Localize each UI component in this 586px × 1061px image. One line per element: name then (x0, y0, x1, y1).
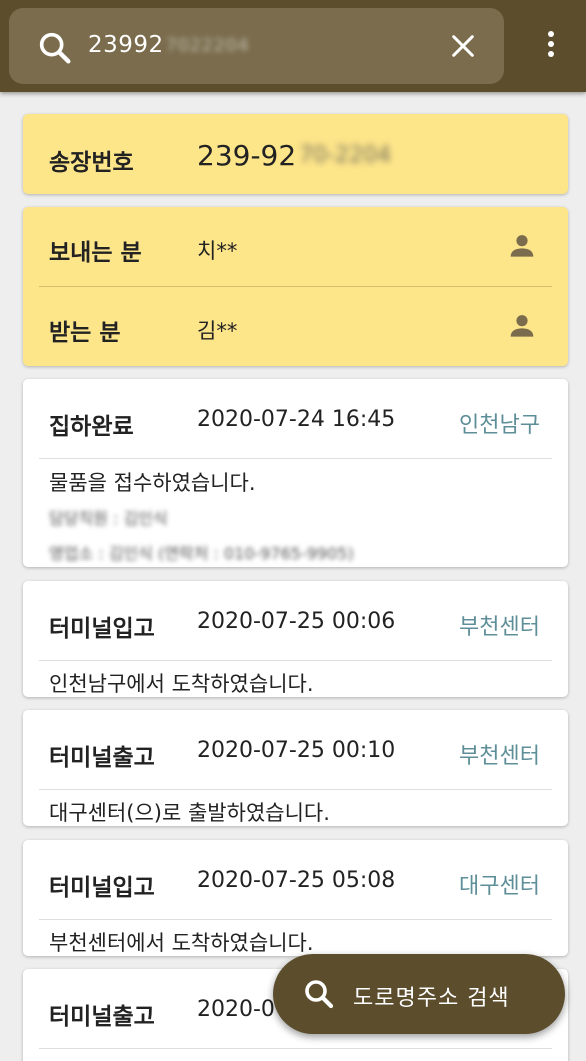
tracking-card: 터미널출고 2020-07-25 00:10 부천센터 대구센터(으)로 출발하… (23, 710, 568, 826)
search-bar[interactable]: 23992 7022204 (9, 8, 504, 84)
tracking-datetime: 2020-07-25 00:10 (197, 738, 396, 763)
receiver-label: 받는 분 (49, 320, 121, 346)
search-icon (305, 980, 334, 1009)
tracking-datetime: 2020-07-25 05:08 (197, 868, 396, 893)
tracking-datetime: 2020-0 (197, 997, 275, 1022)
receiver-name: 김** (197, 319, 238, 343)
tracking-message: 인천남구에서 도착하였습니다. (49, 672, 314, 696)
road-address-search-label: 도로명주소 검색 (353, 986, 510, 1011)
tracking-redacted-line: 영업소 : 김인식 (연락처 : 010-9765-9905) (49, 544, 354, 563)
divider (39, 458, 552, 459)
road-address-search-button[interactable]: 도로명주소 검색 (273, 954, 565, 1034)
tracking-datetime: 2020-07-24 16:45 (197, 407, 396, 432)
tracking-status: 터미널출고 (49, 745, 155, 771)
receiver-row: 받는 분 김** (23, 287, 568, 366)
search-icon[interactable] (35, 28, 75, 68)
tracking-status: 집하완료 (49, 414, 134, 440)
tracking-location[interactable]: 부천센터 (459, 609, 540, 641)
sender-label: 보내는 분 (49, 240, 142, 266)
divider (39, 660, 552, 661)
search-input-value: 23992 (88, 32, 164, 58)
sender-row: 보내는 분 치** (23, 207, 568, 286)
tracking-redacted-line: 담당직원 : 김인식 (49, 509, 168, 528)
invoice-number: 239-92 70-2204 (197, 139, 391, 172)
divider (39, 1048, 552, 1049)
tracking-datetime: 2020-07-25 00:06 (197, 609, 396, 634)
search-input[interactable]: 23992 7022204 (88, 32, 249, 58)
invoice-number-value: 239-92 (197, 139, 297, 172)
tracking-message: 대구센터(으)로 출발하였습니다. (49, 801, 330, 825)
tracking-status: 터미널입고 (49, 616, 155, 642)
sender-name: 치** (197, 239, 238, 263)
parties-card: 보내는 분 치** 받는 분 김** (23, 207, 568, 366)
tracking-card: 집하완료 2020-07-24 16:45 인천남구 물품을 접수하였습니다. … (23, 379, 568, 567)
invoice-number-redacted: 70-2204 (299, 143, 392, 168)
invoice-card: 송장번호 239-92 70-2204 (23, 114, 568, 194)
tracking-card: 터미널입고 2020-07-25 05:08 대구센터 부천센터에서 도착하였습… (23, 840, 568, 956)
tracking-status: 터미널출고 (49, 1004, 155, 1030)
top-app-bar: 23992 7022204 (0, 0, 586, 92)
tracking-message: 물품을 접수하였습니다. (49, 471, 256, 495)
search-input-redacted: 7022204 (165, 34, 250, 56)
more-vert-icon[interactable] (537, 24, 565, 64)
person-icon[interactable] (506, 230, 538, 262)
tracking-message: 부천센터에서 도착하였습니다. (49, 931, 314, 955)
tracking-location[interactable]: 대구센터 (459, 868, 540, 900)
divider (39, 789, 552, 790)
person-icon[interactable] (506, 310, 538, 342)
tracking-card: 터미널입고 2020-07-25 00:06 부천센터 인천남구에서 도착하였습… (23, 581, 568, 697)
close-icon[interactable] (447, 30, 479, 62)
invoice-label: 송장번호 (49, 150, 134, 176)
divider (39, 919, 552, 920)
tracking-location[interactable]: 인천남구 (459, 407, 540, 439)
tracking-location[interactable]: 부천센터 (459, 738, 540, 770)
tracking-status: 터미널입고 (49, 875, 155, 901)
